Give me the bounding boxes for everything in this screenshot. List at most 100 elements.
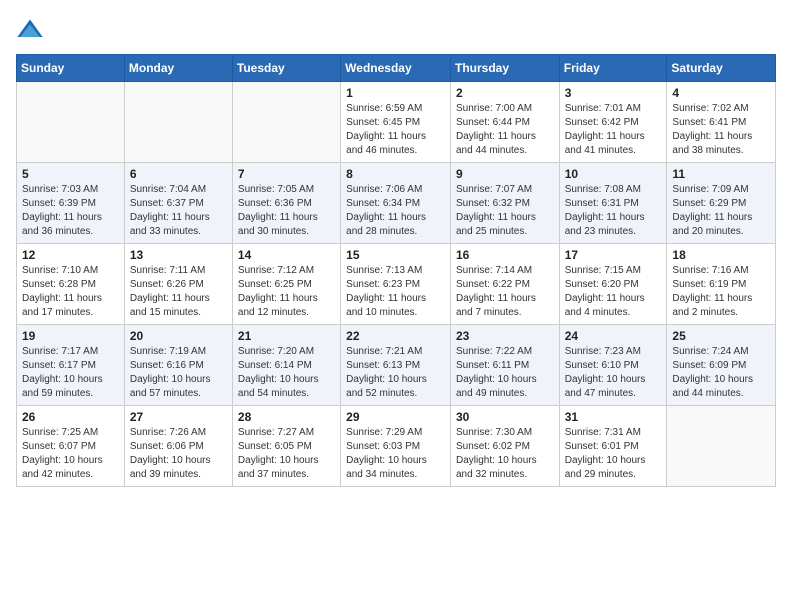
calendar-cell: 24 Sunrise: 7:23 AM Sunset: 6:10 PM Dayli… — [559, 325, 667, 406]
calendar-cell: 22 Sunrise: 7:21 AM Sunset: 6:13 PM Dayli… — [341, 325, 451, 406]
day-number: 28 — [238, 410, 335, 424]
calendar-week-row: 26Sunrise: 7:25 AM Sunset: 6:07 PM Dayli… — [17, 406, 776, 487]
calendar-week-row: 12 Sunrise: 7:10 AM Sunset: 6:28 PM Dayli… — [17, 244, 776, 325]
day-info: Sunrise: 7:15 AM Sunset: 6:20 PM Dayligh… — [565, 264, 662, 320]
header-wednesday: Wednesday — [341, 55, 451, 82]
calendar-cell: 14 Sunrise: 7:12 AM Sunset: 6:25 PM Dayli… — [232, 244, 340, 325]
logo-icon — [16, 16, 44, 44]
day-number: 15 — [346, 248, 445, 262]
day-number: 7 — [238, 167, 335, 181]
day-number: 25 — [672, 329, 770, 343]
logo — [16, 16, 48, 44]
calendar-cell: 21Sunrise: 7:20 AM Sunset: 6:14 PM Dayli… — [232, 325, 340, 406]
day-number: 10 — [565, 167, 662, 181]
day-info: Sunrise: 7:30 AM Sunset: 6:02 PM Dayligh… — [456, 426, 554, 482]
day-info: Sunrise: 7:14 AM Sunset: 6:22 PM Dayligh… — [456, 264, 554, 320]
day-number: 18 — [672, 248, 770, 262]
calendar-cell: 27Sunrise: 7:26 AM Sunset: 6:06 PM Dayli… — [124, 406, 232, 487]
day-number: 6 — [130, 167, 227, 181]
day-number: 1 — [346, 86, 445, 100]
calendar-cell: 10 Sunrise: 7:08 AM Sunset: 6:31 PM Dayli… — [559, 163, 667, 244]
calendar-cell: 8 Sunrise: 7:06 AM Sunset: 6:34 PM Daylig… — [341, 163, 451, 244]
header-saturday: Saturday — [667, 55, 776, 82]
calendar-cell: 16 Sunrise: 7:14 AM Sunset: 6:22 PM Dayli… — [450, 244, 559, 325]
day-info: Sunrise: 7:17 AM Sunset: 6:17 PM Dayligh… — [22, 345, 119, 401]
day-info: Sunrise: 7:24 AM Sunset: 6:09 PM Dayligh… — [672, 345, 770, 401]
header-monday: Monday — [124, 55, 232, 82]
calendar-cell: 4 Sunrise: 7:02 AM Sunset: 6:41 PM Daylig… — [667, 82, 776, 163]
calendar-cell: 20 Sunrise: 7:19 AM Sunset: 6:16 PM Dayli… — [124, 325, 232, 406]
day-info: Sunrise: 7:08 AM Sunset: 6:31 PM Dayligh… — [565, 183, 662, 239]
day-number: 29 — [346, 410, 445, 424]
calendar-cell: 5Sunrise: 7:03 AM Sunset: 6:39 PM Daylig… — [17, 163, 125, 244]
day-number: 23 — [456, 329, 554, 343]
page-header — [16, 16, 776, 44]
day-number: 19 — [22, 329, 119, 343]
calendar-cell: 30 Sunrise: 7:30 AM Sunset: 6:02 PM Dayli… — [450, 406, 559, 487]
day-info: Sunrise: 7:05 AM Sunset: 6:36 PM Dayligh… — [238, 183, 335, 239]
day-info: Sunrise: 7:20 AM Sunset: 6:14 PM Dayligh… — [238, 345, 335, 401]
calendar-cell: 31 Sunrise: 7:31 AM Sunset: 6:01 PM Dayli… — [559, 406, 667, 487]
day-number: 4 — [672, 86, 770, 100]
calendar-cell: 18Sunrise: 7:16 AM Sunset: 6:19 PM Dayli… — [667, 244, 776, 325]
day-number: 8 — [346, 167, 445, 181]
calendar-header-row: SundayMondayTuesdayWednesdayThursdayFrid… — [17, 55, 776, 82]
day-number: 3 — [565, 86, 662, 100]
day-info: Sunrise: 7:03 AM Sunset: 6:39 PM Dayligh… — [22, 183, 119, 239]
calendar-cell: 25 Sunrise: 7:24 AM Sunset: 6:09 PM Dayli… — [667, 325, 776, 406]
calendar-cell: 23 Sunrise: 7:22 AM Sunset: 6:11 PM Dayli… — [450, 325, 559, 406]
day-info: Sunrise: 7:22 AM Sunset: 6:11 PM Dayligh… — [456, 345, 554, 401]
calendar-week-row: 5Sunrise: 7:03 AM Sunset: 6:39 PM Daylig… — [17, 163, 776, 244]
day-number: 22 — [346, 329, 445, 343]
day-number: 30 — [456, 410, 554, 424]
calendar-week-row: 19 Sunrise: 7:17 AM Sunset: 6:17 PM Dayli… — [17, 325, 776, 406]
calendar-cell: 2 Sunrise: 7:00 AM Sunset: 6:44 PM Daylig… — [450, 82, 559, 163]
day-info: Sunrise: 6:59 AM Sunset: 6:45 PM Dayligh… — [346, 102, 445, 158]
calendar-cell: 1 Sunrise: 6:59 AM Sunset: 6:45 PM Daylig… — [341, 82, 451, 163]
day-info: Sunrise: 7:23 AM Sunset: 6:10 PM Dayligh… — [565, 345, 662, 401]
calendar-cell: 3 Sunrise: 7:01 AM Sunset: 6:42 PM Daylig… — [559, 82, 667, 163]
calendar-cell: 11Sunrise: 7:09 AM Sunset: 6:29 PM Dayli… — [667, 163, 776, 244]
day-info: Sunrise: 7:13 AM Sunset: 6:23 PM Dayligh… — [346, 264, 445, 320]
day-number: 14 — [238, 248, 335, 262]
calendar-week-row: 1 Sunrise: 6:59 AM Sunset: 6:45 PM Daylig… — [17, 82, 776, 163]
day-info: Sunrise: 7:04 AM Sunset: 6:37 PM Dayligh… — [130, 183, 227, 239]
day-info: Sunrise: 7:12 AM Sunset: 6:25 PM Dayligh… — [238, 264, 335, 320]
day-info: Sunrise: 7:21 AM Sunset: 6:13 PM Dayligh… — [346, 345, 445, 401]
calendar-cell: 29Sunrise: 7:29 AM Sunset: 6:03 PM Dayli… — [341, 406, 451, 487]
day-number: 20 — [130, 329, 227, 343]
day-number: 24 — [565, 329, 662, 343]
calendar-cell — [124, 82, 232, 163]
day-number: 2 — [456, 86, 554, 100]
day-info: Sunrise: 7:19 AM Sunset: 6:16 PM Dayligh… — [130, 345, 227, 401]
day-info: Sunrise: 7:02 AM Sunset: 6:41 PM Dayligh… — [672, 102, 770, 158]
day-number: 13 — [130, 248, 227, 262]
day-info: Sunrise: 7:10 AM Sunset: 6:28 PM Dayligh… — [22, 264, 119, 320]
day-info: Sunrise: 7:06 AM Sunset: 6:34 PM Dayligh… — [346, 183, 445, 239]
header-thursday: Thursday — [450, 55, 559, 82]
day-number: 16 — [456, 248, 554, 262]
calendar-cell: 17 Sunrise: 7:15 AM Sunset: 6:20 PM Dayli… — [559, 244, 667, 325]
calendar-cell: 12 Sunrise: 7:10 AM Sunset: 6:28 PM Dayli… — [17, 244, 125, 325]
day-info: Sunrise: 7:31 AM Sunset: 6:01 PM Dayligh… — [565, 426, 662, 482]
calendar-cell: 7 Sunrise: 7:05 AM Sunset: 6:36 PM Daylig… — [232, 163, 340, 244]
day-number: 12 — [22, 248, 119, 262]
day-number: 11 — [672, 167, 770, 181]
calendar-cell: 19 Sunrise: 7:17 AM Sunset: 6:17 PM Dayli… — [17, 325, 125, 406]
calendar-cell — [17, 82, 125, 163]
calendar-cell: 9Sunrise: 7:07 AM Sunset: 6:32 PM Daylig… — [450, 163, 559, 244]
day-info: Sunrise: 7:01 AM Sunset: 6:42 PM Dayligh… — [565, 102, 662, 158]
day-info: Sunrise: 7:00 AM Sunset: 6:44 PM Dayligh… — [456, 102, 554, 158]
calendar-cell — [667, 406, 776, 487]
calendar-cell: 26Sunrise: 7:25 AM Sunset: 6:07 PM Dayli… — [17, 406, 125, 487]
calendar-cell: 15 Sunrise: 7:13 AM Sunset: 6:23 PM Dayli… — [341, 244, 451, 325]
day-number: 17 — [565, 248, 662, 262]
day-number: 31 — [565, 410, 662, 424]
day-info: Sunrise: 7:27 AM Sunset: 6:05 PM Dayligh… — [238, 426, 335, 482]
calendar-cell: 6 Sunrise: 7:04 AM Sunset: 6:37 PM Daylig… — [124, 163, 232, 244]
calendar: SundayMondayTuesdayWednesdayThursdayFrid… — [16, 54, 776, 487]
header-sunday: Sunday — [17, 55, 125, 82]
calendar-cell: 28 Sunrise: 7:27 AM Sunset: 6:05 PM Dayli… — [232, 406, 340, 487]
header-friday: Friday — [559, 55, 667, 82]
day-number: 26 — [22, 410, 119, 424]
